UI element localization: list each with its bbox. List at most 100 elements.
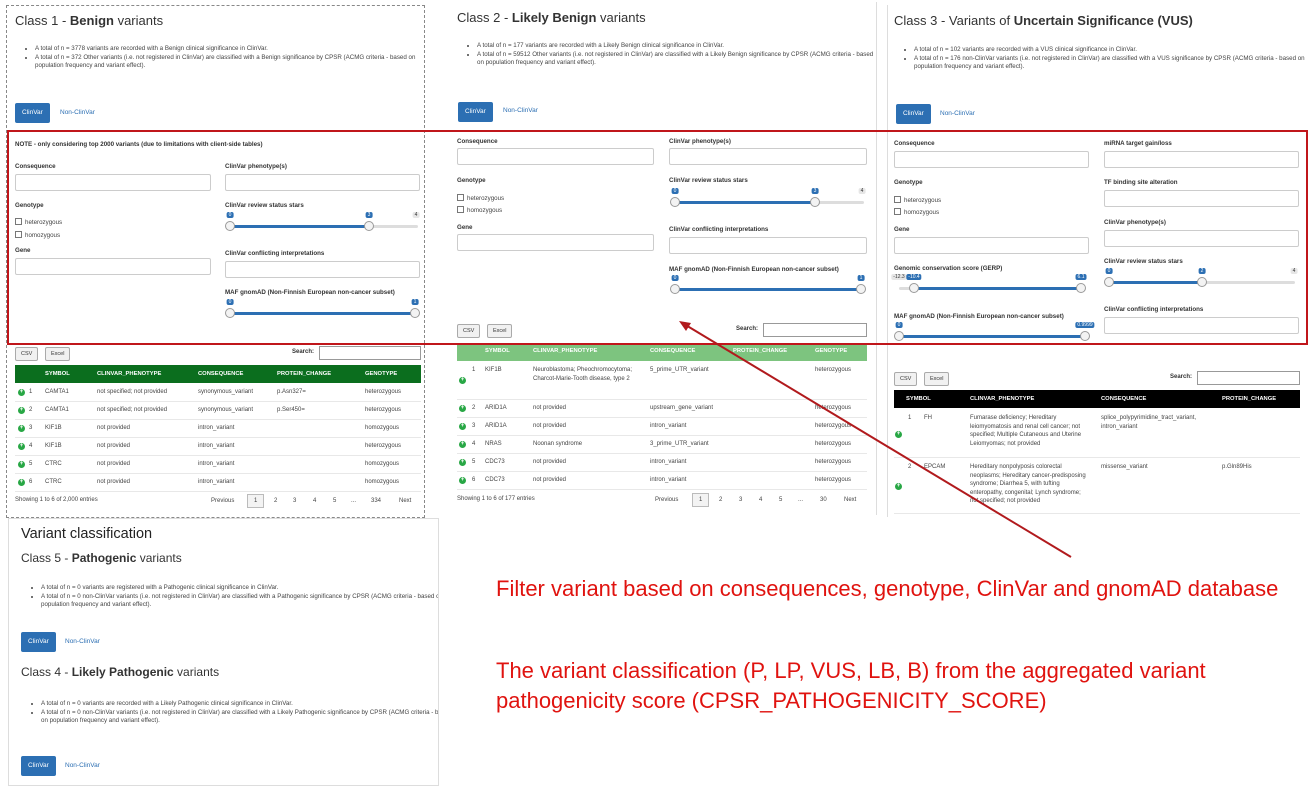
tab-non-clinvar[interactable]: Non-ClinVar bbox=[65, 632, 100, 652]
table-row[interactable]: + 1 FH Fumarase deficiency; Hereditary l… bbox=[894, 409, 1300, 458]
col-protein-change[interactable]: PROTEIN_CHANGE bbox=[1222, 396, 1276, 402]
heterozygous-checkbox[interactable]: heterozygous bbox=[894, 196, 941, 204]
expand-icon[interactable]: + bbox=[459, 441, 466, 448]
tab-non-clinvar-class4[interactable]: Non-ClinVar bbox=[65, 756, 100, 776]
search-input[interactable] bbox=[1197, 371, 1300, 385]
consequence-filter[interactable] bbox=[894, 151, 1089, 168]
tab-clinvar[interactable]: ClinVar bbox=[458, 102, 493, 122]
expand-icon[interactable]: + bbox=[18, 479, 25, 486]
conflicting-filter[interactable] bbox=[225, 261, 420, 278]
table-row[interactable]: + 2 EPCAM Hereditary nonpolyposis colore… bbox=[894, 458, 1300, 514]
csv-button[interactable]: CSV bbox=[15, 347, 39, 361]
table-row[interactable]: + 6 CDC73 not provided intron_variant he… bbox=[457, 472, 867, 490]
tab-non-clinvar[interactable]: Non-ClinVar bbox=[503, 101, 538, 121]
col-clinvar-phenotype[interactable]: CLINVAR_PHENOTYPE bbox=[533, 348, 597, 354]
tab-clinvar-class4[interactable]: ClinVar bbox=[21, 756, 56, 776]
expand-icon[interactable]: + bbox=[18, 425, 25, 432]
table-row[interactable]: + 2 ARID1A not provided upstream_gene_va… bbox=[457, 400, 867, 418]
col-symbol[interactable]: SYMBOL bbox=[906, 396, 931, 402]
table-row[interactable]: + 1 KIF1B Neuroblastoma; Pheochromocytom… bbox=[457, 362, 867, 400]
clinvar-phenotype-filter[interactable] bbox=[1104, 230, 1299, 247]
gene-filter[interactable] bbox=[15, 258, 211, 275]
clinvar-phenotype-filter[interactable] bbox=[669, 148, 867, 165]
stars-min-handle[interactable] bbox=[1104, 277, 1114, 287]
maf-min-handle[interactable] bbox=[894, 331, 904, 341]
col-consequence[interactable]: CONSEQUENCE bbox=[1101, 396, 1146, 402]
clinvar-phenotype-filter[interactable] bbox=[225, 174, 420, 191]
heterozygous-checkbox[interactable]: heterozygous bbox=[15, 218, 62, 226]
conflicting-filter[interactable] bbox=[669, 237, 867, 254]
table-row[interactable]: + 2 CAMTA1 not specified; not provided s… bbox=[15, 402, 421, 420]
maf-min-handle[interactable] bbox=[225, 308, 235, 318]
col-genotype[interactable]: GENOTYPE bbox=[815, 348, 847, 354]
expand-icon[interactable]: + bbox=[459, 459, 466, 466]
col-protein-change[interactable]: PROTEIN_CHANGE bbox=[733, 348, 787, 354]
pager-page[interactable]: 30 bbox=[820, 497, 827, 503]
pager-page[interactable]: 5 bbox=[779, 497, 782, 503]
col-genotype[interactable]: GENOTYPE bbox=[365, 371, 397, 377]
tab-non-clinvar[interactable]: Non-ClinVar bbox=[60, 103, 95, 123]
gnomad-slider[interactable]: 0 0.9999 bbox=[894, 322, 1095, 347]
expand-icon[interactable]: + bbox=[18, 461, 25, 468]
review-stars-slider[interactable]: 0 3 4 bbox=[670, 188, 866, 213]
excel-button[interactable]: Excel bbox=[45, 347, 71, 361]
col-symbol[interactable]: SYMBOL bbox=[485, 348, 510, 354]
table-row[interactable]: + 5 CDC73 not provided intron_variant he… bbox=[457, 454, 867, 472]
table-row[interactable]: + 1 CAMTA1 not specified; not provided s… bbox=[15, 384, 421, 402]
pager-page[interactable]: 4 bbox=[759, 497, 762, 503]
table-row[interactable]: + 5 CTRC not provided intron_variant hom… bbox=[15, 456, 421, 474]
gnomad-slider[interactable]: 0 1 bbox=[670, 275, 866, 300]
expand-icon[interactable]: + bbox=[459, 423, 466, 430]
pager-page[interactable]: 334 bbox=[371, 498, 381, 504]
table-row[interactable]: + 3 KIF1B not provided intron_variant ho… bbox=[15, 420, 421, 438]
col-clinvar-phenotype[interactable]: CLINVAR_PHENOTYPE bbox=[970, 396, 1034, 402]
tab-non-clinvar[interactable]: Non-ClinVar bbox=[940, 104, 975, 124]
tab-clinvar[interactable]: ClinVar bbox=[21, 632, 56, 652]
homozygous-checkbox[interactable]: homozygous bbox=[457, 206, 502, 214]
expand-icon[interactable]: + bbox=[895, 483, 902, 490]
expand-icon[interactable]: + bbox=[18, 407, 25, 414]
pager-page[interactable]: 5 bbox=[333, 498, 336, 504]
expand-icon[interactable]: + bbox=[895, 431, 902, 438]
pager-next[interactable]: Next bbox=[844, 497, 856, 503]
heterozygous-checkbox[interactable]: heterozygous bbox=[457, 194, 504, 202]
pager-page[interactable]: 2 bbox=[719, 497, 722, 503]
review-stars-slider[interactable]: 0 2 4 bbox=[1104, 268, 1298, 293]
tab-clinvar[interactable]: ClinVar bbox=[15, 103, 50, 123]
search-input[interactable] bbox=[763, 323, 867, 337]
conflicting-filter[interactable] bbox=[1104, 317, 1299, 334]
review-stars-slider[interactable]: 0 3 4 bbox=[225, 212, 420, 237]
stars-max-handle[interactable] bbox=[810, 197, 820, 207]
expand-icon[interactable]: + bbox=[18, 443, 25, 450]
csv-button[interactable]: CSV bbox=[894, 372, 918, 386]
maf-max-handle[interactable] bbox=[1080, 331, 1090, 341]
table-row[interactable]: + 4 NRAS Noonan syndrome 3_prime_UTR_var… bbox=[457, 436, 867, 454]
gene-filter[interactable] bbox=[457, 234, 654, 251]
pager-page[interactable]: 1 bbox=[692, 493, 710, 507]
gene-filter[interactable] bbox=[894, 237, 1089, 254]
excel-button[interactable]: Excel bbox=[924, 372, 950, 386]
pager-previous[interactable]: Previous bbox=[655, 497, 678, 503]
gerp-min-handle[interactable] bbox=[909, 283, 919, 293]
expand-icon[interactable]: + bbox=[459, 377, 466, 384]
homozygous-checkbox[interactable]: homozygous bbox=[15, 231, 60, 239]
mirna-filter[interactable] bbox=[1104, 151, 1299, 168]
table-row[interactable]: + 6 CTRC not provided intron_variant hom… bbox=[15, 474, 421, 492]
tab-clinvar[interactable]: ClinVar bbox=[896, 104, 931, 124]
pager-next[interactable]: Next bbox=[399, 498, 411, 504]
search-input[interactable] bbox=[319, 346, 421, 360]
homozygous-checkbox[interactable]: homozygous bbox=[894, 208, 939, 216]
consequence-filter[interactable] bbox=[457, 148, 654, 165]
table-row[interactable]: + 3 ARID1A not provided intron_variant h… bbox=[457, 418, 867, 436]
pager-page[interactable]: 2 bbox=[274, 498, 277, 504]
pager-page[interactable]: 3 bbox=[739, 497, 742, 503]
tf-binding-filter[interactable] bbox=[1104, 190, 1299, 207]
consequence-filter[interactable] bbox=[15, 174, 211, 191]
col-protein-change[interactable]: PROTEIN_CHANGE bbox=[277, 371, 331, 377]
table-row[interactable]: + 4 KIF1B not provided intron_variant he… bbox=[15, 438, 421, 456]
expand-icon[interactable]: + bbox=[459, 405, 466, 412]
col-consequence[interactable]: CONSEQUENCE bbox=[650, 348, 695, 354]
maf-min-handle[interactable] bbox=[670, 284, 680, 294]
pager-page[interactable]: 1 bbox=[247, 494, 265, 508]
col-consequence[interactable]: CONSEQUENCE bbox=[198, 371, 243, 377]
